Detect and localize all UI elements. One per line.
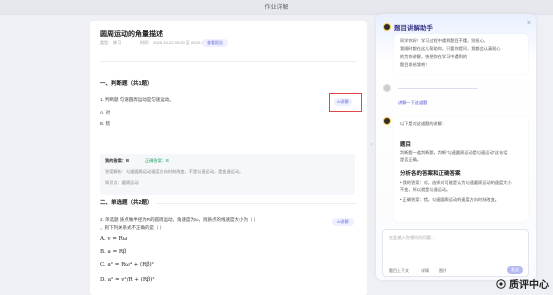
answer-intro: 以下是对这道题的讲解： <box>400 121 447 126</box>
ai-explain-button[interactable]: AI讲解 <box>334 98 352 106</box>
answer-line: 不变，所以就是匀速运动。 <box>400 187 451 192</box>
homework-paper: 圆周运动的角量描述 类型： 练习 时间： 2025-10-22 00:00 至 … <box>90 21 367 295</box>
answer-line: • 我的答案：对。选择对可能是认为匀速圆周运动的速度大小 <box>400 180 512 185</box>
paper-title: 圆周运动的角量描述 <box>100 31 163 38</box>
highlight-box: AI讲解 <box>329 93 362 112</box>
close-icon[interactable]: × <box>527 20 531 27</box>
context-toggle[interactable]: 题目上下文 <box>389 268 409 274</box>
user-question: 讲解一下这道题 <box>398 100 428 105</box>
section-judge-title: 一、判断题（共1题） <box>100 81 153 87</box>
answer-line: 是否正确。 <box>400 157 421 162</box>
option-a[interactable]: A. 对 <box>100 110 110 116</box>
answer-heading-2: 分析各的答案和正确答案 <box>400 171 461 177</box>
intro-bubble: 同学你好！学习过程中遇到题目不懂，别担心， 我随时都在这儿帮助你。只要你提问，我… <box>394 34 528 74</box>
assistant-logo-icon <box>383 117 391 125</box>
watermark: 质评中心 <box>496 276 549 291</box>
watermark-logo-icon <box>496 279 506 289</box>
divider <box>100 61 357 62</box>
analysis-text: 答案解析：匀速圆周运动速度方向时刻改变，不是匀速运动，是变速运动。 <box>105 169 244 174</box>
page-title: 作业详解 <box>264 5 289 11</box>
answer-line: • 正确答案：错。匀速圆周运动的速度方向时刻改变。 <box>400 197 499 202</box>
intro-line: 的为你讲解，快把你在学习中遇到的 <box>400 54 468 59</box>
answer-line: 判断题一道判断题，判断“匀速圆周运动是匀速运动”这句话 <box>400 150 508 155</box>
top-bar: 作业详解 <box>0 0 553 15</box>
watermark-text: 质评中心 <box>509 280 549 291</box>
meta-type: 类型： 练习 <box>100 40 122 45</box>
input-placeholder: 在此输入你想问的问题… <box>389 235 436 240</box>
assistant-title: 题目讲解助手 <box>394 25 433 32</box>
intro-line: 题目发给我吧！ <box>400 62 430 67</box>
user-avatar-icon <box>383 84 391 92</box>
knowledge-point: 知识点：圆周运动 <box>105 180 139 185</box>
intro-line: 同学你好！学习过程中遇到题目不懂，别担心， <box>400 38 488 43</box>
question-2: 2. 单选题 质点做半径为R的圆周运动，角速度为ω，则质点的线速度大小为（ ） <box>100 217 259 222</box>
ai-explain-button-2[interactable]: AI讲解 <box>332 218 354 226</box>
answer-bubble: 以下是对这道题的讲解： 题目 判断题一道判断题，判断“匀速圆周运动是匀速运动”这… <box>394 117 528 222</box>
option-b[interactable]: B. a = Rβ <box>100 249 126 255</box>
option-d[interactable]: D. a² = v²/R + (Rβ)² <box>100 277 155 283</box>
question-input[interactable]: 在此输入你想问的问题… 题目上下文 详情 图片 发送 <box>382 229 529 277</box>
answer-analysis: 我的答案：B 正确答案：B 答案解析：匀速圆周运动速度方向时刻改变，不是匀速运动… <box>100 154 355 195</box>
option-c[interactable]: C. a² = Rω⁴ + (Rβ)² <box>100 262 154 268</box>
user-divider <box>398 88 478 89</box>
answer-heading-1: 题目 <box>400 142 412 148</box>
option-a[interactable]: A. v = Rω <box>100 236 127 242</box>
details-toggle[interactable]: 详情 <box>421 268 429 274</box>
assistant-panel: 题目讲解助手 × 同学你好！学习过程中遇到题目不懂，别担心， 我随时都在这儿帮助… <box>376 14 536 280</box>
image-upload[interactable]: 图片 <box>439 268 447 274</box>
view-report-button[interactable]: 查看报告 <box>202 39 228 47</box>
intro-line: 我随时都在这儿帮助你。只要你提问，我都会认真耐心 <box>400 46 501 51</box>
question-2-tail: ，则下列关系式不正确的是（ ） <box>100 225 165 230</box>
option-b[interactable]: B. 错 <box>100 121 110 127</box>
correct-answer: 正确答案：B <box>145 158 169 163</box>
collapse-arrow-icon[interactable]: ‹ <box>369 140 374 150</box>
section-single-title: 二、单选题（共2题） <box>100 198 157 206</box>
question-1: 1. 判断题 匀速圆周运动是匀速运动。 <box>100 97 174 102</box>
assistant-logo-icon <box>383 23 391 31</box>
my-answer: 我的答案：B <box>105 158 129 163</box>
send-button[interactable]: 发送 <box>507 266 523 274</box>
